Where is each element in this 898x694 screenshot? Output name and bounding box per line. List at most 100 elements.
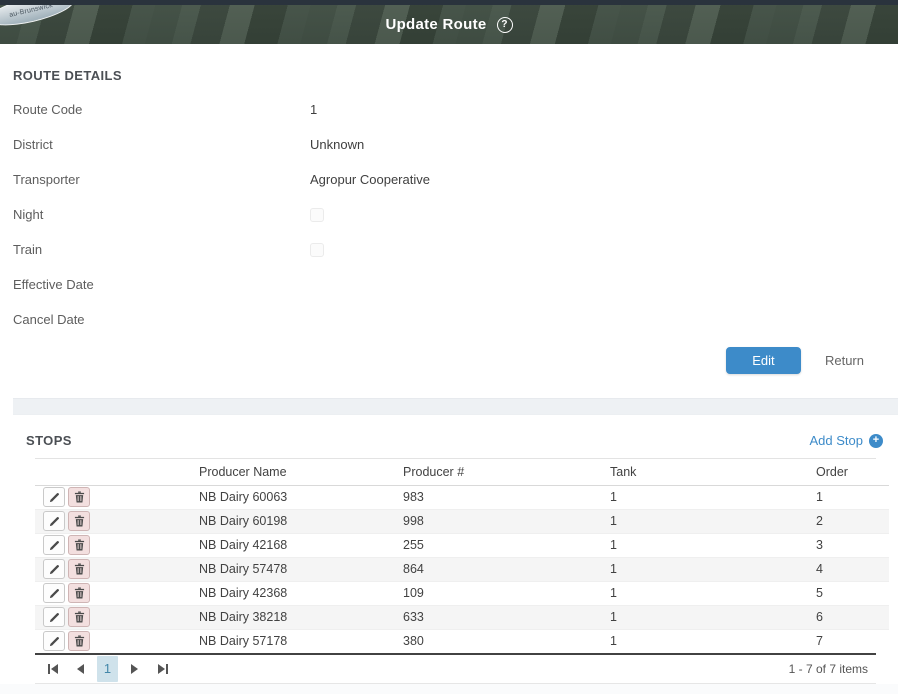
cell-order: 5 [816, 581, 889, 605]
trash-icon [74, 587, 85, 599]
stops-heading: STOPS [26, 433, 72, 448]
help-icon[interactable]: ? [497, 17, 513, 33]
cell-tank: 1 [610, 629, 816, 653]
field-row-route-code: Route Code 1 [13, 92, 898, 127]
cell-producer-number: 864 [403, 557, 610, 581]
edit-button[interactable]: Edit [726, 347, 801, 374]
table-row: NB Dairy 4216825513 [35, 533, 889, 557]
cell-producer-number: 255 [403, 533, 610, 557]
route-details-heading: ROUTE DETAILS [13, 68, 898, 83]
route-details-section: ROUTE DETAILS Route Code 1 District Unkn… [0, 44, 898, 684]
col-actions [35, 459, 199, 485]
col-producer-name: Producer Name [199, 459, 403, 485]
delete-stop-button[interactable] [68, 559, 90, 579]
delete-stop-button[interactable] [68, 535, 90, 555]
add-stop-link[interactable]: Add Stop + [810, 433, 884, 448]
stops-grid: Producer Name Producer # Tank Order NB D… [35, 458, 876, 684]
route-actions: Edit Return [13, 343, 864, 378]
table-row: NB Dairy 5747886414 [35, 557, 889, 581]
pager-prev-button[interactable] [70, 657, 90, 681]
nb-logo: au-Brunswick [0, 5, 77, 32]
cell-producer-name: NB Dairy 38218 [199, 605, 403, 629]
delete-stop-button[interactable] [68, 631, 90, 651]
cell-tank: 1 [610, 509, 816, 533]
page-title-wrap: Update Route ? [385, 16, 512, 33]
pager-page-1[interactable]: 1 [97, 656, 118, 682]
trash-icon [74, 515, 85, 527]
stops-table: Producer Name Producer # Tank Order NB D… [35, 459, 889, 653]
pencil-icon [49, 588, 60, 599]
field-row-train: Train [13, 232, 898, 267]
cell-producer-number: 998 [403, 509, 610, 533]
cell-order: 1 [816, 485, 889, 509]
table-row: NB Dairy 4236810915 [35, 581, 889, 605]
edit-stop-button[interactable] [43, 511, 65, 531]
district-value: Unknown [310, 137, 364, 152]
page-title: Update Route [385, 16, 486, 33]
table-row: NB Dairy 5717838017 [35, 629, 889, 653]
field-row-district: District Unknown [13, 127, 898, 162]
cell-producer-number: 380 [403, 629, 610, 653]
cell-tank: 1 [610, 485, 816, 509]
col-order: Order [816, 459, 889, 485]
trash-icon [74, 539, 85, 551]
cell-order: 2 [816, 509, 889, 533]
district-label: District [13, 137, 310, 152]
row-actions [35, 486, 199, 509]
return-button[interactable]: Return [825, 353, 864, 368]
delete-stop-button[interactable] [68, 583, 90, 603]
edit-stop-button[interactable] [43, 535, 65, 555]
cell-producer-number: 983 [403, 485, 610, 509]
table-row: NB Dairy 6006398311 [35, 485, 889, 509]
delete-stop-button[interactable] [68, 607, 90, 627]
pager-last-button[interactable] [152, 657, 172, 681]
pencil-icon [49, 564, 60, 575]
cell-order: 7 [816, 629, 889, 653]
edit-stop-button[interactable] [43, 607, 65, 627]
pencil-icon [49, 516, 60, 527]
pencil-icon [49, 612, 60, 623]
cell-order: 6 [816, 605, 889, 629]
add-stop-label: Add Stop [810, 433, 864, 448]
cell-tank: 1 [610, 557, 816, 581]
stops-section: STOPS Add Stop + Producer Name Producer … [13, 415, 898, 684]
pager-first-button[interactable] [43, 657, 63, 681]
delete-stop-button[interactable] [68, 487, 90, 507]
cell-producer-name: NB Dairy 42368 [199, 581, 403, 605]
cell-tank: 1 [610, 581, 816, 605]
edit-stop-button[interactable] [43, 559, 65, 579]
cell-order: 3 [816, 533, 889, 557]
row-actions [35, 606, 199, 629]
row-actions [35, 534, 199, 557]
nb-logo-text: au-Brunswick [9, 5, 54, 18]
cell-producer-name: NB Dairy 60198 [199, 509, 403, 533]
table-row: NB Dairy 3821863316 [35, 605, 889, 629]
pencil-icon [49, 636, 60, 647]
field-row-transporter: Transporter Agropur Cooperative [13, 162, 898, 197]
cell-producer-number: 109 [403, 581, 610, 605]
effective-date-label: Effective Date [13, 277, 310, 292]
cell-producer-name: NB Dairy 57178 [199, 629, 403, 653]
edit-stop-button[interactable] [43, 631, 65, 651]
pager-next-button[interactable] [125, 657, 145, 681]
night-checkbox[interactable] [310, 208, 324, 222]
pencil-icon [49, 540, 60, 551]
trash-icon [74, 563, 85, 575]
cell-order: 4 [816, 557, 889, 581]
train-label: Train [13, 242, 310, 257]
stops-header-row: STOPS Add Stop + [13, 433, 898, 448]
route-code-label: Route Code [13, 102, 310, 117]
edit-stop-button[interactable] [43, 487, 65, 507]
delete-stop-button[interactable] [68, 511, 90, 531]
row-actions [35, 630, 199, 653]
row-actions [35, 510, 199, 533]
page-bottom-gap [0, 684, 898, 694]
route-code-value: 1 [310, 102, 317, 117]
train-checkbox[interactable] [310, 243, 324, 257]
cell-producer-number: 633 [403, 605, 610, 629]
transporter-value: Agropur Cooperative [310, 172, 430, 187]
edit-stop-button[interactable] [43, 583, 65, 603]
cell-producer-name: NB Dairy 60063 [199, 485, 403, 509]
row-actions [35, 558, 199, 581]
trash-icon [74, 491, 85, 503]
